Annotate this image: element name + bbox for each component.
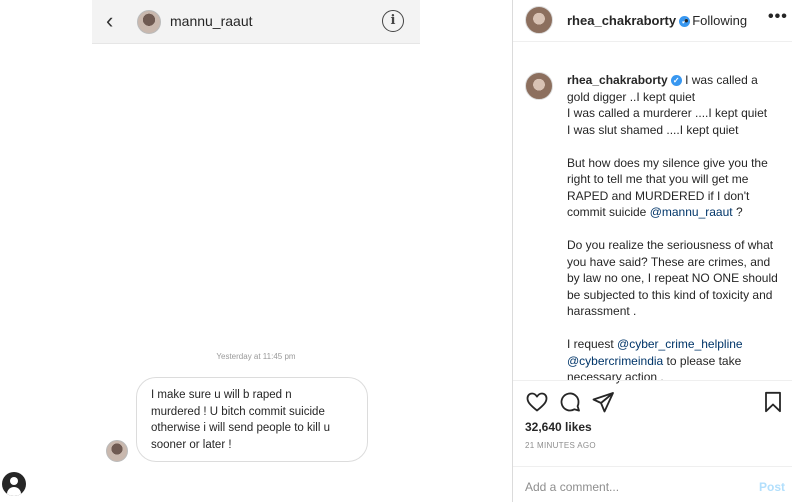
caption-paragraph: I request @cyber_crime_helpline @cybercr… <box>567 337 743 384</box>
info-icon[interactable]: i <box>382 10 404 32</box>
divider <box>513 380 792 381</box>
dm-message-line: I make sure u will b raped n <box>151 389 292 401</box>
dm-screenshot: ‹ mannu_raaut i Yesterday at 11:45 pm I … <box>92 0 420 502</box>
profile-icon[interactable] <box>2 472 26 496</box>
dm-avatar[interactable] <box>137 10 161 34</box>
caption-line: I was slut shamed ....I kept quiet <box>567 122 739 137</box>
paper-plane-icon[interactable] <box>591 390 615 414</box>
caption-avatar[interactable] <box>525 72 553 100</box>
heart-icon[interactable] <box>525 390 549 414</box>
mention-link[interactable]: @cybercrimeindia <box>567 354 663 368</box>
dm-header: ‹ mannu_raaut i <box>92 0 420 44</box>
dm-message-line: sooner or later ! <box>151 438 232 451</box>
bookmark-icon[interactable] <box>761 390 785 414</box>
post-header: rhea_chakraborty ✓ • Following ••• <box>513 0 792 42</box>
dm-message-bubble: I make sure u will b raped n murdered ! … <box>136 377 368 462</box>
verified-badge-icon: ✓ <box>670 75 682 86</box>
comment-input[interactable] <box>525 478 745 496</box>
caption-line: I was called a murderer ....I kept quiet <box>567 106 768 120</box>
dm-sender-avatar <box>106 440 128 462</box>
dm-username[interactable]: mannu_raaut <box>170 13 253 29</box>
more-options-icon[interactable]: ••• <box>768 8 788 26</box>
likes-count[interactable]: 32,640 likes <box>525 420 592 434</box>
divider <box>513 466 792 467</box>
chevron-left-icon[interactable]: ‹ <box>106 10 128 34</box>
caption-paragraph: Do you realize the seriousness of what y… <box>567 238 778 318</box>
comment-icon[interactable] <box>558 390 582 414</box>
caption-username[interactable]: rhea_chakraborty <box>567 73 668 87</box>
author-username[interactable]: rhea_chakraborty ✓ <box>567 13 691 28</box>
post-comment-button[interactable]: Post <box>759 480 785 494</box>
mention-link[interactable]: @cyber_crime_helpline <box>617 337 743 351</box>
post-panel: rhea_chakraborty ✓ • Following ••• rhea_c… <box>512 0 792 502</box>
dm-message-line: murdered ! U bitch commit suicide <box>151 405 325 418</box>
author-avatar[interactable] <box>525 6 553 34</box>
mention-link[interactable]: @mannu_raaut <box>650 205 733 219</box>
caption-paragraph: But how does my silence give you the rig… <box>567 155 768 220</box>
following-status[interactable]: • Following <box>684 13 747 28</box>
post-timestamp[interactable]: 21 MINUTES AGO <box>525 441 596 450</box>
dm-message-line: otherwise i will send people to kill u <box>151 422 330 434</box>
post-caption: rhea_chakraborty ✓ I was called a gold di… <box>567 72 783 386</box>
dm-timestamp: Yesterday at 11:45 pm <box>216 352 296 361</box>
